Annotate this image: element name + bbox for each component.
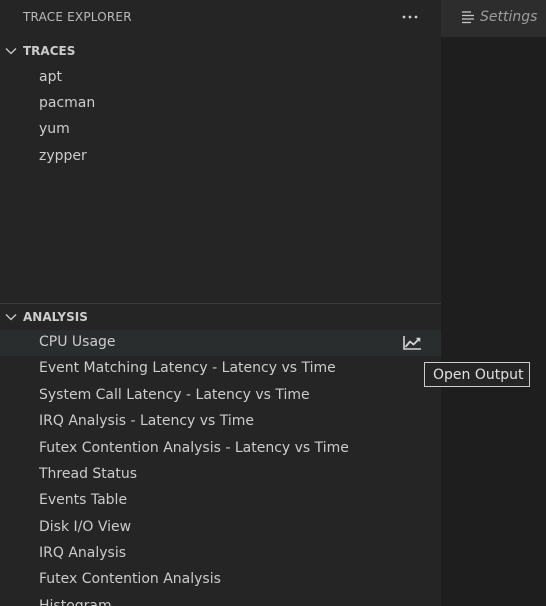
analysis-item-disk-io-view[interactable]: Disk I/O View <box>0 515 441 541</box>
trace-item-zypper[interactable]: zypper <box>0 144 441 170</box>
tab-settings[interactable]: Settings <box>441 0 546 37</box>
editor-area: Settings <box>441 0 546 606</box>
trace-item-label: zypper <box>39 148 87 164</box>
trace-item-label: pacman <box>39 95 96 111</box>
analysis-item-histogram[interactable]: Histogram <box>0 594 441 606</box>
analysis-item-irq-analysis[interactable]: IRQ Analysis <box>0 541 441 567</box>
settings-list-icon <box>462 11 474 24</box>
analysis-item-irq-latency[interactable]: IRQ Analysis - Latency vs Time <box>0 409 441 435</box>
chevron-down-icon <box>5 314 17 321</box>
analysis-item-cpu-usage[interactable]: CPU Usage <box>0 330 441 356</box>
section-divider[interactable] <box>0 303 441 304</box>
open-output-tooltip: Open Output <box>424 362 530 387</box>
analysis-item-futex-latency[interactable]: Futex Contention Analysis - Latency vs T… <box>0 436 441 462</box>
analysis-section-title: ANALYSIS <box>23 310 88 324</box>
trace-item-yum[interactable]: yum <box>0 117 441 143</box>
analysis-item-event-matching-latency[interactable]: Event Matching Latency - Latency vs Time <box>0 356 441 382</box>
analysis-item-label: System Call Latency - Latency vs Time <box>39 387 310 403</box>
analysis-item-label: Disk I/O View <box>39 519 132 535</box>
analysis-item-label: CPU Usage <box>39 334 116 350</box>
analysis-item-futex-contention[interactable]: Futex Contention Analysis <box>0 567 441 593</box>
analysis-item-label: Futex Contention Analysis - Latency vs T… <box>39 440 349 456</box>
analysis-item-label: Futex Contention Analysis <box>39 571 221 587</box>
trace-item-label: yum <box>39 121 70 137</box>
analysis-section-header[interactable]: ANALYSIS <box>0 306 441 328</box>
analysis-item-events-table[interactable]: Events Table <box>0 488 441 514</box>
explorer-header: TRACE EXPLORER <box>0 0 441 35</box>
trace-item-label: apt <box>39 69 62 85</box>
ellipsis-icon[interactable] <box>400 8 420 26</box>
analysis-item-label: IRQ Analysis <box>39 545 127 561</box>
analysis-item-label: Histogram <box>39 598 112 606</box>
editor-tab-bar: Settings <box>441 0 546 37</box>
trace-item-apt[interactable]: apt <box>0 65 441 91</box>
open-output-chart-icon[interactable] <box>402 335 422 351</box>
analysis-item-thread-status[interactable]: Thread Status <box>0 462 441 488</box>
analysis-item-label: IRQ Analysis - Latency vs Time <box>39 413 255 429</box>
analysis-item-label: Events Table <box>39 492 128 508</box>
analysis-item-label: Thread Status <box>39 466 138 482</box>
trace-explorer-sidebar: TRACE EXPLORER TRACES apt pacman yum zyp… <box>0 0 441 606</box>
analysis-item-system-call-latency[interactable]: System Call Latency - Latency vs Time <box>0 383 441 409</box>
tooltip-text: Open Output <box>433 367 524 383</box>
traces-section-title: TRACES <box>23 44 76 58</box>
chevron-down-icon <box>5 48 17 55</box>
explorer-title: TRACE EXPLORER <box>23 10 132 24</box>
analysis-item-label: Event Matching Latency - Latency vs Time <box>39 360 336 376</box>
traces-section-header[interactable]: TRACES <box>0 40 441 62</box>
tab-settings-label: Settings <box>480 9 538 25</box>
trace-item-pacman[interactable]: pacman <box>0 91 441 117</box>
